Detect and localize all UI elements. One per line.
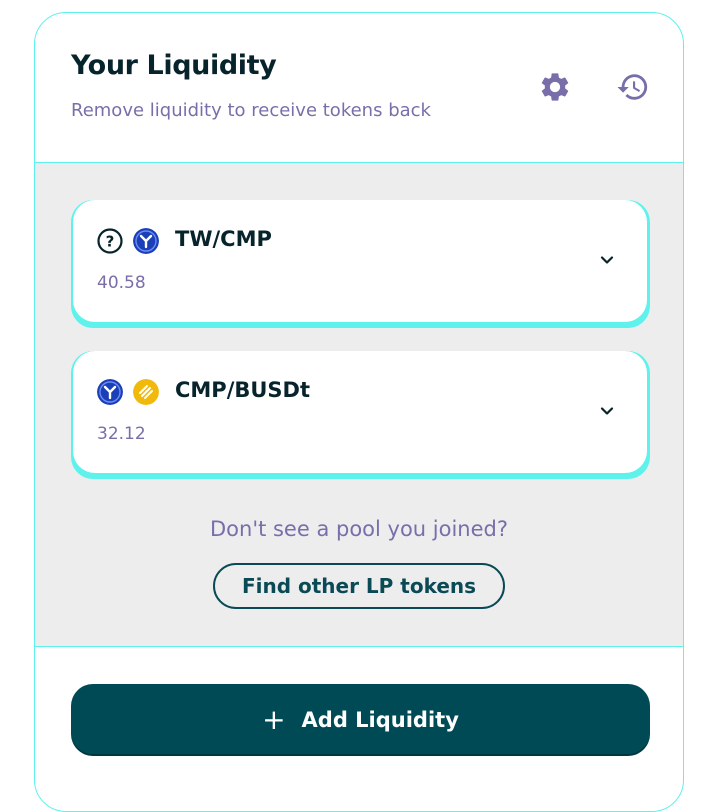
chevron-down-icon[interactable] (597, 401, 617, 421)
history-button[interactable] (615, 69, 651, 105)
pool-pair-label: TW/CMP (175, 227, 272, 251)
history-icon (617, 74, 648, 100)
question-circle-icon: ? (97, 228, 123, 254)
page-subtitle: Remove liquidity to receive tokens back (71, 100, 431, 121)
pool-amount: 32.12 (97, 424, 146, 444)
page-title: Your Liquidity (71, 50, 277, 81)
busdt-token-icon (133, 379, 159, 405)
pool-item-tw-cmp[interactable]: ? TW/CMP 40.58 (71, 200, 650, 328)
find-lp-tokens-button[interactable]: Find other LP tokens (213, 563, 505, 609)
pool-item-cmp-busdt[interactable]: CMP/BUSDt 32.12 (71, 351, 650, 479)
add-liquidity-button[interactable]: + Add Liquidity (71, 684, 650, 756)
svg-text:?: ? (106, 233, 115, 251)
pool-pair-label: CMP/BUSDt (175, 378, 311, 402)
pool-not-found-text: Don't see a pool you joined? (209, 517, 509, 541)
pools-panel: ? TW/CMP 40.58 CMP/BUSDt 32.12 Don't see… (35, 163, 683, 647)
liquidity-card: Your Liquidity Remove liquidity to recei… (34, 12, 684, 812)
pool-item-content: ? TW/CMP 40.58 (73, 200, 647, 322)
card-header: Your Liquidity Remove liquidity to recei… (35, 13, 683, 163)
plus-icon: + (262, 703, 286, 736)
gear-icon (541, 73, 569, 101)
add-liquidity-label: Add Liquidity (301, 708, 459, 732)
pool-amount: 40.58 (97, 273, 146, 293)
pool-item-content: CMP/BUSDt 32.12 (73, 351, 647, 473)
settings-button[interactable] (537, 69, 573, 105)
cmp-token-icon (133, 228, 159, 254)
chevron-down-icon[interactable] (597, 250, 617, 270)
cmp-token-icon (97, 379, 123, 405)
